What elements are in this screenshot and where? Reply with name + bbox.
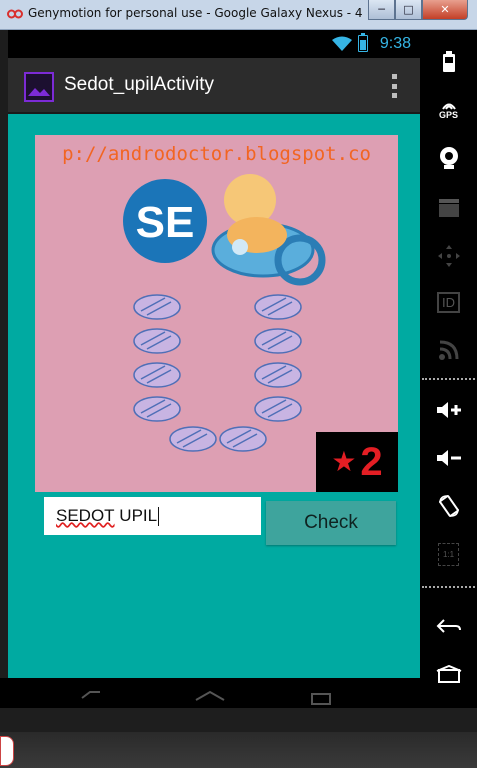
pill-group	[133, 294, 302, 452]
device-id-icon: ID	[437, 291, 460, 313]
webcam-icon	[439, 147, 458, 169]
genymotion-logo-icon	[7, 9, 23, 19]
nav-recents-icon	[311, 693, 331, 705]
volume-down-icon	[436, 450, 461, 466]
answer-input[interactable]: SEDOT UPIL	[44, 497, 261, 535]
maximize-button[interactable]: □	[395, 0, 422, 20]
battery-icon	[442, 51, 455, 72]
back-icon	[436, 619, 461, 633]
wifi-icon	[332, 36, 352, 51]
gps-label: GPS	[438, 110, 458, 120]
device-id-widget[interactable]: ID	[420, 282, 477, 322]
toolbar-divider	[422, 378, 475, 380]
action-bar: Sedot_upilActivity	[8, 58, 420, 114]
android-nav-bar	[0, 678, 420, 708]
text-caret	[158, 506, 160, 526]
emulator-toolbar: GPS ID 1:1	[420, 30, 477, 742]
rotate-button[interactable]	[420, 486, 477, 526]
watermark-url: p://androdoctor.blogspot.co	[62, 143, 371, 165]
close-button[interactable]: ✕	[422, 0, 468, 20]
answer-text-underlined: SEDOT	[56, 506, 115, 525]
check-button[interactable]: Check	[266, 501, 396, 545]
window-title-bar: Genymotion for personal use - Google Gal…	[0, 0, 477, 30]
se-label: SE	[136, 198, 195, 247]
webcam-widget[interactable]	[420, 138, 477, 178]
volume-up-icon	[436, 402, 461, 418]
app-launcher-icon[interactable]	[24, 72, 54, 102]
window-title: Genymotion for personal use - Google Gal…	[28, 6, 363, 20]
battery-widget[interactable]	[420, 42, 477, 82]
puzzle-image: SE p://androdoctor.blogspot.co ★ 2	[35, 135, 398, 492]
landscape-icon	[28, 88, 50, 96]
status-bar: 9:38	[8, 30, 420, 58]
home-icon	[436, 665, 461, 683]
dpad-icon	[437, 245, 460, 267]
rotate-icon	[438, 495, 459, 517]
dpad-widget[interactable]	[420, 236, 477, 276]
android-screen: 9:38 Sedot_upilActivity SE p://androdoct…	[8, 30, 420, 708]
level-number: 2	[360, 440, 383, 484]
nav-bar-buttons	[81, 690, 331, 705]
rss-widget[interactable]	[420, 330, 477, 370]
volume-up-button[interactable]	[420, 390, 477, 430]
activity-title: Sedot_upilActivity	[64, 74, 214, 95]
host-taskbar	[0, 708, 477, 768]
emulator-window: Genymotion for personal use - Google Gal…	[0, 0, 477, 768]
taskbar-strip	[0, 732, 477, 768]
battery-icon	[358, 35, 368, 52]
overflow-menu-icon[interactable]	[392, 74, 398, 98]
taskbar-app-icon[interactable]	[0, 736, 14, 766]
gps-widget[interactable]: GPS	[420, 90, 477, 130]
back-button[interactable]	[420, 606, 477, 646]
minimize-button[interactable]: ─	[368, 0, 395, 20]
pacifier-icon	[211, 174, 326, 286]
nav-back-icon	[81, 691, 100, 699]
scale-button[interactable]: 1:1	[420, 534, 477, 574]
answer-text-rest: UPIL	[114, 506, 158, 525]
rss-icon	[438, 340, 458, 360]
star-icon: ★	[331, 446, 357, 477]
video-capture-icon	[438, 199, 459, 217]
video-capture-widget[interactable]	[420, 188, 477, 228]
gps-icon	[441, 103, 456, 110]
home-button[interactable]	[420, 654, 477, 694]
toolbar-divider	[422, 586, 475, 588]
nav-home-icon	[195, 690, 225, 701]
scale-icon: 1:1	[437, 542, 460, 566]
level-badge: ★ 2	[316, 432, 398, 492]
status-time: 9:38	[379, 35, 411, 52]
volume-down-button[interactable]	[420, 438, 477, 478]
